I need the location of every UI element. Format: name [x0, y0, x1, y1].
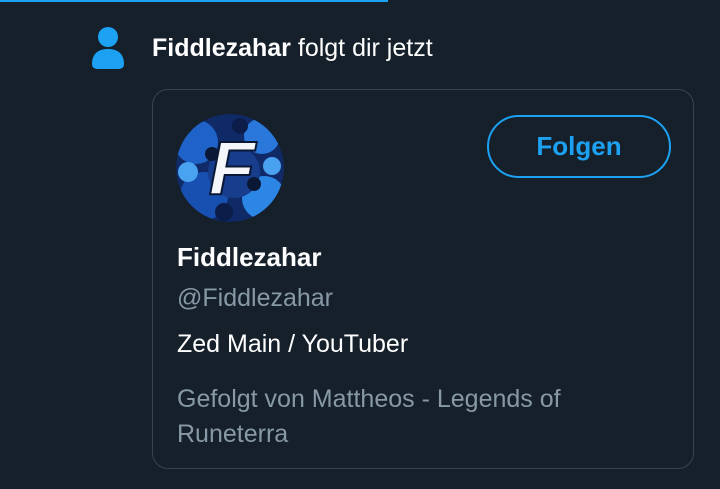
- top-progress-bar: [0, 0, 388, 2]
- notification-action-text: folgt dir jetzt: [290, 34, 433, 62]
- followed-by-text: Gefolgt von Mattheos - Legends of Runete…: [177, 385, 561, 448]
- avatar-letter: F: [209, 126, 258, 211]
- person-icon: [92, 27, 124, 69]
- display-name[interactable]: Fiddlezahar: [177, 242, 321, 273]
- notification-user-name[interactable]: Fiddlezahar: [152, 34, 291, 62]
- notification-text: Fiddlezahar folgt dir jetzt: [152, 29, 433, 67]
- user-bio: Zed Main / YouTuber: [177, 330, 409, 358]
- user-card[interactable]: F Folgen Fiddlezahar @Fiddlezahar Zed Ma…: [152, 89, 694, 469]
- follow-button[interactable]: Folgen: [487, 115, 671, 178]
- follow-notification[interactable]: Fiddlezahar folgt dir jetzt: [90, 26, 433, 70]
- user-handle[interactable]: @Fiddlezahar: [177, 284, 333, 313]
- avatar[interactable]: F: [176, 114, 284, 222]
